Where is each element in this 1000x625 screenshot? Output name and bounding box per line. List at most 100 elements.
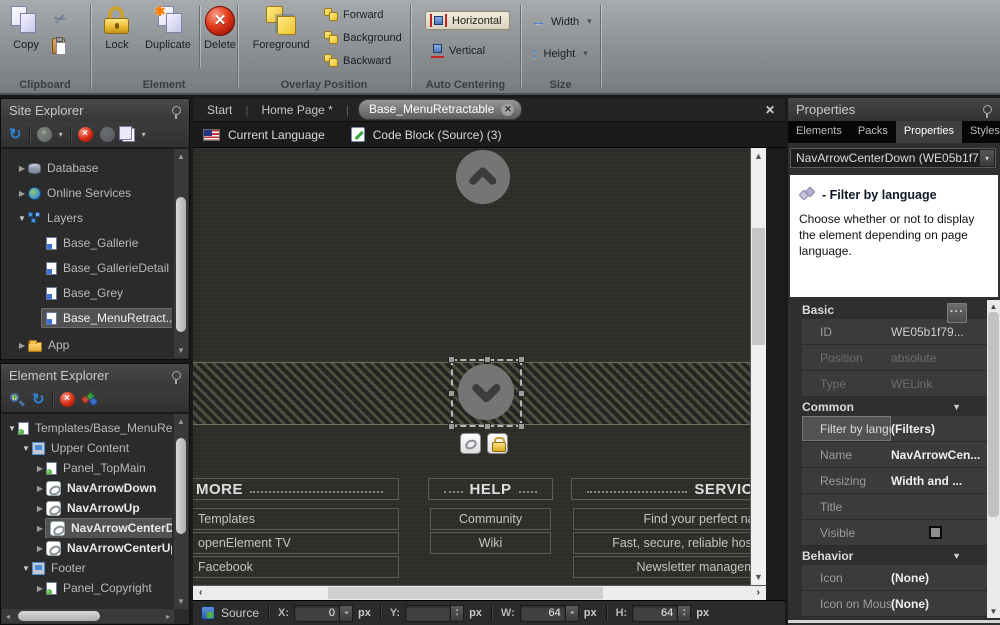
current-language-button[interactable]: Current Language [228, 128, 325, 142]
collapsed-arrow-icon[interactable] [16, 341, 28, 350]
pin-icon[interactable] [172, 371, 181, 380]
tree-item-navarrowdown[interactable]: NavArrowDown [2, 478, 172, 498]
background-button[interactable]: Background [324, 31, 402, 44]
collapsed-arrow-icon[interactable] [16, 164, 28, 173]
icon-hover-browse-button[interactable] [947, 303, 967, 323]
resize-handle-nw[interactable] [448, 356, 455, 363]
collapsed-arrow-icon[interactable] [16, 189, 28, 198]
element-explorer-vscrollbar[interactable]: ▲ ▼ [174, 414, 188, 609]
delete-button[interactable]: ✕ Delete [203, 6, 237, 51]
backward-button[interactable]: Backward [324, 54, 391, 67]
tree-item-online-services[interactable]: Online Services [2, 182, 172, 204]
design-canvas[interactable]: MORE Templates openElement TV Facebook H… [193, 148, 750, 585]
tab-styles[interactable]: Styles [962, 121, 1000, 143]
add-icon[interactable]: + [37, 127, 52, 142]
property-value[interactable]: (None) [891, 591, 987, 616]
code-block-button[interactable]: Code Block (Source) (3) [373, 128, 502, 142]
cut-button[interactable]: ✂ [54, 10, 67, 29]
source-label[interactable]: Source [221, 606, 259, 620]
property-value[interactable]: NavArrowCen... [891, 442, 987, 467]
expanded-arrow-icon[interactable] [20, 444, 32, 453]
tree-item-layers[interactable]: Layers [2, 207, 172, 229]
footer-link[interactable]: Find your perfect name [573, 508, 750, 530]
footer-link[interactable]: Fast, secure, reliable hosting [573, 532, 750, 554]
property-value[interactable]: WE05b1f79... [891, 319, 987, 344]
canvas-hscrollbar[interactable]: ‹ › [193, 585, 766, 600]
h-input[interactable]: 64 [632, 605, 678, 622]
forward-button[interactable]: Forward [324, 8, 383, 21]
lock-quick-button[interactable] [487, 433, 508, 454]
tree-item-navarrowup[interactable]: NavArrowUp [2, 498, 172, 518]
tab-home-page[interactable]: Home Page * [257, 101, 336, 119]
element-explorer-hscrollbar[interactable]: ◂ ▸ [2, 609, 174, 623]
w-input[interactable]: 64 [520, 605, 566, 622]
resize-handle-n[interactable] [484, 356, 491, 363]
tree-item-footer[interactable]: Footer [2, 558, 172, 578]
expanded-arrow-icon[interactable] [16, 214, 28, 223]
x-spinner[interactable]: ◂▸ [340, 605, 353, 622]
w-spinner[interactable]: ◂▸ [566, 605, 579, 622]
collapsed-arrow-icon[interactable] [34, 584, 46, 593]
tab-elements[interactable]: Elements [788, 121, 850, 143]
footer-link[interactable]: Wiki [430, 532, 551, 554]
footer-link[interactable]: Templates [193, 508, 399, 530]
property-row-icon[interactable]: Icon (None) [802, 565, 987, 591]
y-input[interactable] [405, 605, 451, 622]
visible-checkbox[interactable] [929, 526, 942, 539]
footer-link[interactable]: Facebook [193, 556, 399, 578]
duplicate-caret-icon[interactable]: ▾ [142, 130, 146, 139]
refresh-icon[interactable]: ↻ [9, 128, 22, 142]
refresh-icon[interactable]: ↻ [32, 393, 45, 407]
width-button[interactable]: ↔ Width [531, 13, 592, 30]
property-row-icon-on-mouse[interactable]: Icon on Mouse (None) [802, 591, 987, 617]
collapsed-arrow-icon[interactable] [34, 544, 46, 553]
tree-item-base-gallerie[interactable]: Base_Gallerie [2, 232, 172, 254]
pin-icon[interactable] [172, 106, 181, 115]
tree-item-template-root[interactable]: Templates/Base_MenuRetractable [2, 418, 172, 438]
collapsed-arrow-icon[interactable] [34, 524, 46, 533]
collapsed-arrow-icon[interactable] [34, 484, 46, 493]
x-input[interactable]: 0 [294, 605, 340, 622]
footer-link[interactable]: Newsletter management [573, 556, 750, 578]
property-row-visible[interactable]: Visible [802, 520, 987, 546]
section-collapse-icon[interactable] [952, 551, 961, 561]
property-row-name[interactable]: Name NavArrowCen... [802, 442, 987, 468]
vertical-centering-button[interactable]: Vertical [431, 43, 485, 58]
element-selector-dropdown[interactable]: NavArrowCenterDown (WE05b1f79... [790, 148, 996, 168]
h-spinner[interactable]: ▴▾ [678, 605, 691, 622]
paste-button[interactable] [52, 38, 65, 59]
duplicate-page-icon[interactable] [122, 128, 135, 142]
property-value[interactable]: (None) [891, 565, 987, 590]
property-row-type[interactable]: Type WELink [802, 371, 987, 397]
y-spinner[interactable]: ▴▾ [451, 605, 464, 622]
tree-item-panel-copyright[interactable]: Panel_Copyright [2, 578, 172, 598]
selection-box[interactable] [451, 359, 522, 427]
copy-button[interactable]: Copy [4, 6, 48, 51]
resize-handle-w[interactable] [448, 390, 455, 397]
zoom-icon[interactable]: + [9, 392, 25, 408]
property-value[interactable] [891, 494, 987, 519]
tree-item-database[interactable]: Database [2, 157, 172, 179]
duplicate-button[interactable]: ✱ Duplicate [139, 6, 197, 51]
property-row-title[interactable]: Title [802, 494, 987, 520]
property-value[interactable]: Width and ... [891, 468, 987, 493]
tab-base-menuretractable[interactable]: Base_MenuRetractable [358, 99, 522, 120]
property-row-filter-by-language[interactable]: Filter by language (Filters) [802, 416, 987, 442]
delete-element-icon[interactable]: × [60, 392, 75, 407]
tab-packs[interactable]: Packs [850, 121, 896, 143]
tab-start[interactable]: Start [203, 101, 236, 119]
styles-icon[interactable] [82, 392, 98, 407]
expanded-arrow-icon[interactable] [6, 424, 18, 433]
resize-handle-ne[interactable] [518, 356, 525, 363]
tree-item-base-galleriedetail[interactable]: Base_GallerieDetail [2, 257, 172, 279]
pin-icon[interactable] [983, 105, 992, 114]
tree-item-app[interactable]: App [2, 334, 172, 356]
horizontal-centering-button[interactable]: Horizontal [425, 11, 510, 30]
tree-item-upper-content[interactable]: Upper Content [2, 438, 172, 458]
tree-item-panel-topmain[interactable]: Panel_TopMain [2, 458, 172, 478]
property-row-position[interactable]: Position absolute [802, 345, 987, 371]
section-common[interactable]: Common [788, 397, 987, 416]
resize-handle-sw[interactable] [448, 423, 455, 430]
tab-properties[interactable]: Properties [896, 121, 962, 143]
properties-scrollbar[interactable]: ▲ ▼ [987, 300, 1000, 618]
